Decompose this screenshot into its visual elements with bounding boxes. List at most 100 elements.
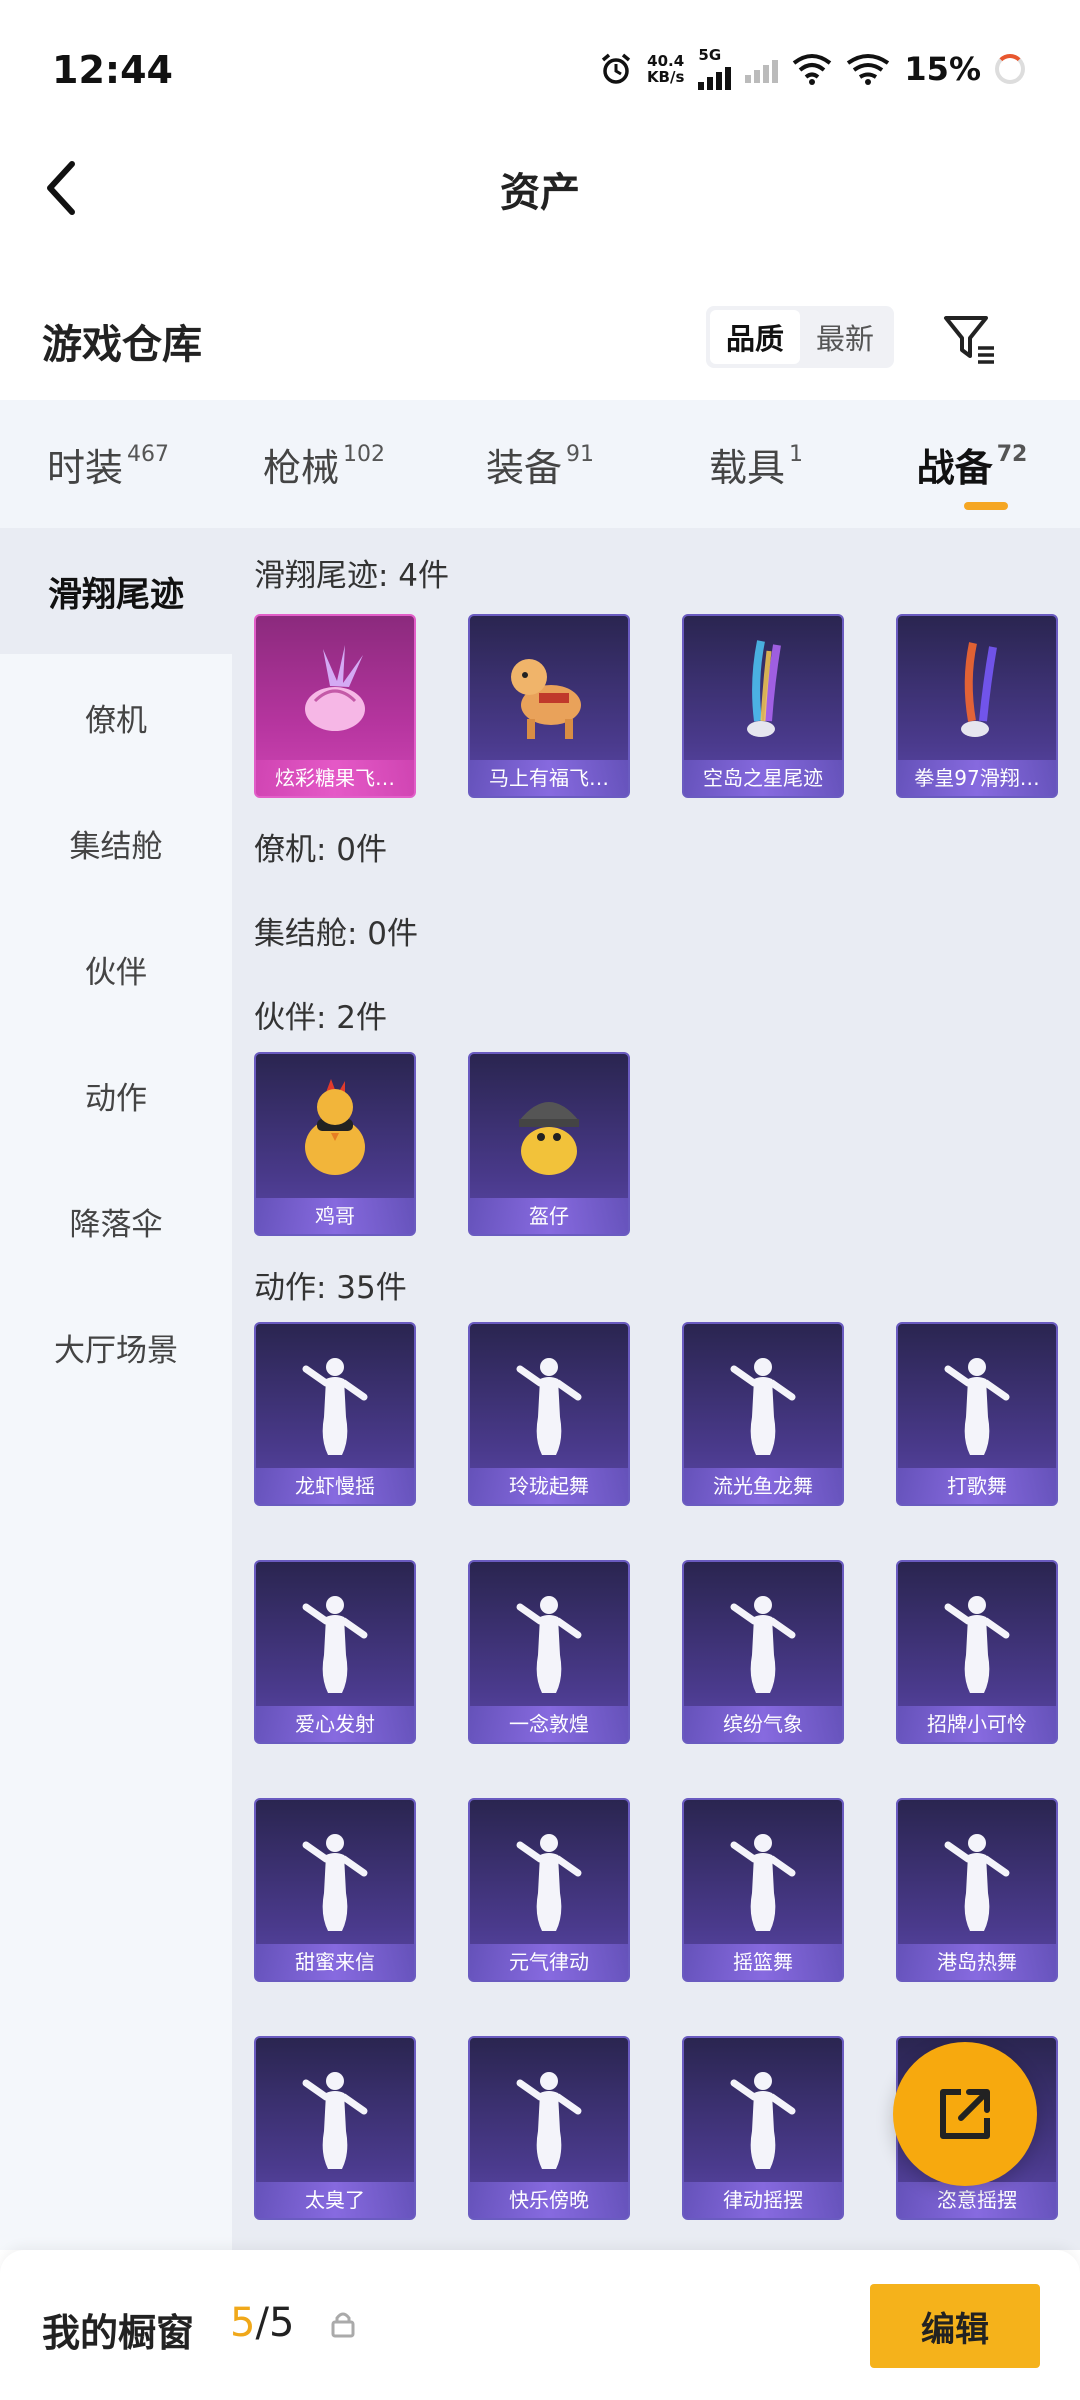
net-speed: 40.4 KB/s (647, 53, 684, 85)
dancer-silhouette-icon (684, 2038, 842, 2188)
sidebar-item-wingman[interactable]: 僚机 (0, 654, 232, 780)
tab-label: 载具 (708, 445, 785, 490)
section-title-partner: 伙伴: 2件 (254, 1000, 388, 1036)
alarm-icon (601, 53, 631, 84)
tab-count: 91 (566, 441, 594, 467)
item-card[interactable]: 一念敦煌 (468, 1560, 630, 1744)
item-name: 空岛之星尾迹 (684, 760, 842, 796)
tab-combat-gear[interactable]: 战备 72 (864, 400, 1080, 528)
flame-trail-icon (898, 616, 1056, 766)
item-card[interactable]: 打歌舞 (896, 1322, 1058, 1506)
filter-icon[interactable] (940, 310, 998, 368)
sort-quality-button[interactable]: 品质 (710, 310, 800, 364)
cell-signal-icon (698, 62, 732, 90)
tab-count: 1 (789, 441, 803, 467)
item-card[interactable]: 马上有福飞… (468, 614, 630, 798)
item-name: 马上有福飞… (470, 760, 628, 796)
tab-label: 装备 (485, 445, 562, 490)
net-speed-unit: KB/s (646, 68, 685, 86)
edit-button[interactable]: 编辑 (870, 2284, 1040, 2368)
sidebar-item-lobby-scene[interactable]: 大厅场景 (0, 1284, 232, 1410)
item-name: 港岛热舞 (898, 1944, 1056, 1980)
item-name: 爱心发射 (256, 1706, 414, 1742)
sidebar-item-partner[interactable]: 伙伴 (0, 906, 232, 1032)
clock: 12:44 (52, 48, 173, 92)
horse-toy-icon (470, 616, 628, 766)
sort-newest-button[interactable]: 最新 (800, 310, 890, 364)
item-name: 拳皇97滑翔… (898, 760, 1056, 796)
item-name: 元气律动 (470, 1944, 628, 1980)
item-card[interactable]: 甜蜜来信 (254, 1798, 416, 1982)
showcase-count: 5/5 (230, 2300, 294, 2346)
item-card[interactable]: 玲珑起舞 (468, 1322, 630, 1506)
section-title-emote: 动作: 35件 (254, 1270, 407, 1306)
tab-label: 战备 (916, 445, 993, 490)
tab-label: 枪械 (262, 445, 339, 490)
signal-5g: 5G (698, 46, 732, 90)
item-name: 恣意摇摆 (898, 2182, 1056, 2218)
dancer-silhouette-icon (470, 1562, 628, 1712)
helmet-chick-icon (470, 1054, 628, 1204)
sidebar-item-assembly-pod[interactable]: 集结舱 (0, 780, 232, 906)
candy-icon (256, 616, 414, 766)
item-card[interactable]: 摇篮舞 (682, 1798, 844, 1982)
network-type: 5G (698, 46, 722, 64)
item-card[interactable]: 鸡哥 (254, 1052, 416, 1236)
section-title-glide: 滑翔尾迹: 4件 (254, 558, 450, 594)
warehouse-header: 游戏仓库 品质 最新 (0, 290, 1080, 390)
share-button[interactable] (893, 2042, 1037, 2186)
sidebar-item-glide-trail[interactable]: 滑翔尾迹 (0, 528, 232, 654)
item-card[interactable]: 律动摇摆 (682, 2036, 844, 2220)
dancer-silhouette-icon (470, 1800, 628, 1950)
item-name: 摇篮舞 (684, 1944, 842, 1980)
item-card[interactable]: 流光鱼龙舞 (682, 1322, 844, 1506)
share-icon (940, 2089, 990, 2139)
sidebar-item-parachute[interactable]: 降落伞 (0, 1158, 232, 1284)
item-name: 一念敦煌 (470, 1706, 628, 1742)
item-card[interactable]: 龙虾慢摇 (254, 1322, 416, 1506)
item-card[interactable]: 爱心发射 (254, 1560, 416, 1744)
item-card[interactable]: 缤纷气象 (682, 1560, 844, 1744)
item-name: 缤纷气象 (684, 1706, 842, 1742)
lock-icon (331, 2312, 355, 2338)
tab-vehicles[interactable]: 载具 1 (648, 400, 864, 528)
showcase-label: 我的橱窗 (42, 2311, 195, 2355)
tab-count: 467 (127, 441, 169, 467)
dancer-silhouette-icon (898, 1562, 1056, 1712)
battery-icon (995, 54, 1025, 84)
dancer-silhouette-icon (256, 1324, 414, 1474)
star-trail-icon (684, 616, 842, 766)
item-name: 龙虾慢摇 (256, 1468, 414, 1504)
wifi-icon (793, 54, 832, 85)
tab-weapons[interactable]: 枪械 102 (216, 400, 432, 528)
item-name: 打歌舞 (898, 1468, 1056, 1504)
item-card[interactable]: 盔仔 (468, 1052, 630, 1236)
showcase-separator: / (255, 2300, 269, 2346)
top-header: 资产 (0, 140, 1080, 240)
showcase-bar: 我的橱窗 5/5 编辑 (0, 2250, 1080, 2400)
item-grid: 滑翔尾迹: 4件 炫彩糖果飞… 马上有福飞… 空岛之星尾迹 拳皇97滑翔… 僚机… (232, 528, 1080, 2250)
tab-equipment[interactable]: 装备 91 (432, 400, 648, 528)
item-card[interactable]: 快乐傍晚 (468, 2036, 630, 2220)
dancer-silhouette-icon (684, 1324, 842, 1474)
item-name: 玲珑起舞 (470, 1468, 628, 1504)
item-name: 甜蜜来信 (256, 1944, 414, 1980)
item-card[interactable]: 拳皇97滑翔… (896, 614, 1058, 798)
page-title: 资产 (500, 170, 580, 216)
item-card[interactable]: 空岛之星尾迹 (682, 614, 844, 798)
dancer-silhouette-icon (684, 1562, 842, 1712)
dancer-silhouette-icon (256, 1562, 414, 1712)
section-title-wingman: 僚机: 0件 (254, 832, 388, 868)
category-tabs: 时装 467 枪械 102 装备 91 载具 1 战备 72 (0, 400, 1080, 528)
item-card[interactable]: 炫彩糖果飞… (254, 614, 416, 798)
showcase-current: 5 (230, 2300, 256, 2346)
item-card[interactable]: 太臭了 (254, 2036, 416, 2220)
item-card[interactable]: 招牌小可怜 (896, 1560, 1058, 1744)
sidebar-item-emote[interactable]: 动作 (0, 1032, 232, 1158)
item-card[interactable]: 元气律动 (468, 1798, 630, 1982)
status-bar: 12:44 40.4 KB/s 5G 15% (0, 0, 1080, 140)
tab-label: 时装 (46, 445, 123, 490)
item-card[interactable]: 港岛热舞 (896, 1798, 1058, 1982)
tab-fashion[interactable]: 时装 467 (0, 400, 216, 528)
dancer-silhouette-icon (470, 2038, 628, 2188)
